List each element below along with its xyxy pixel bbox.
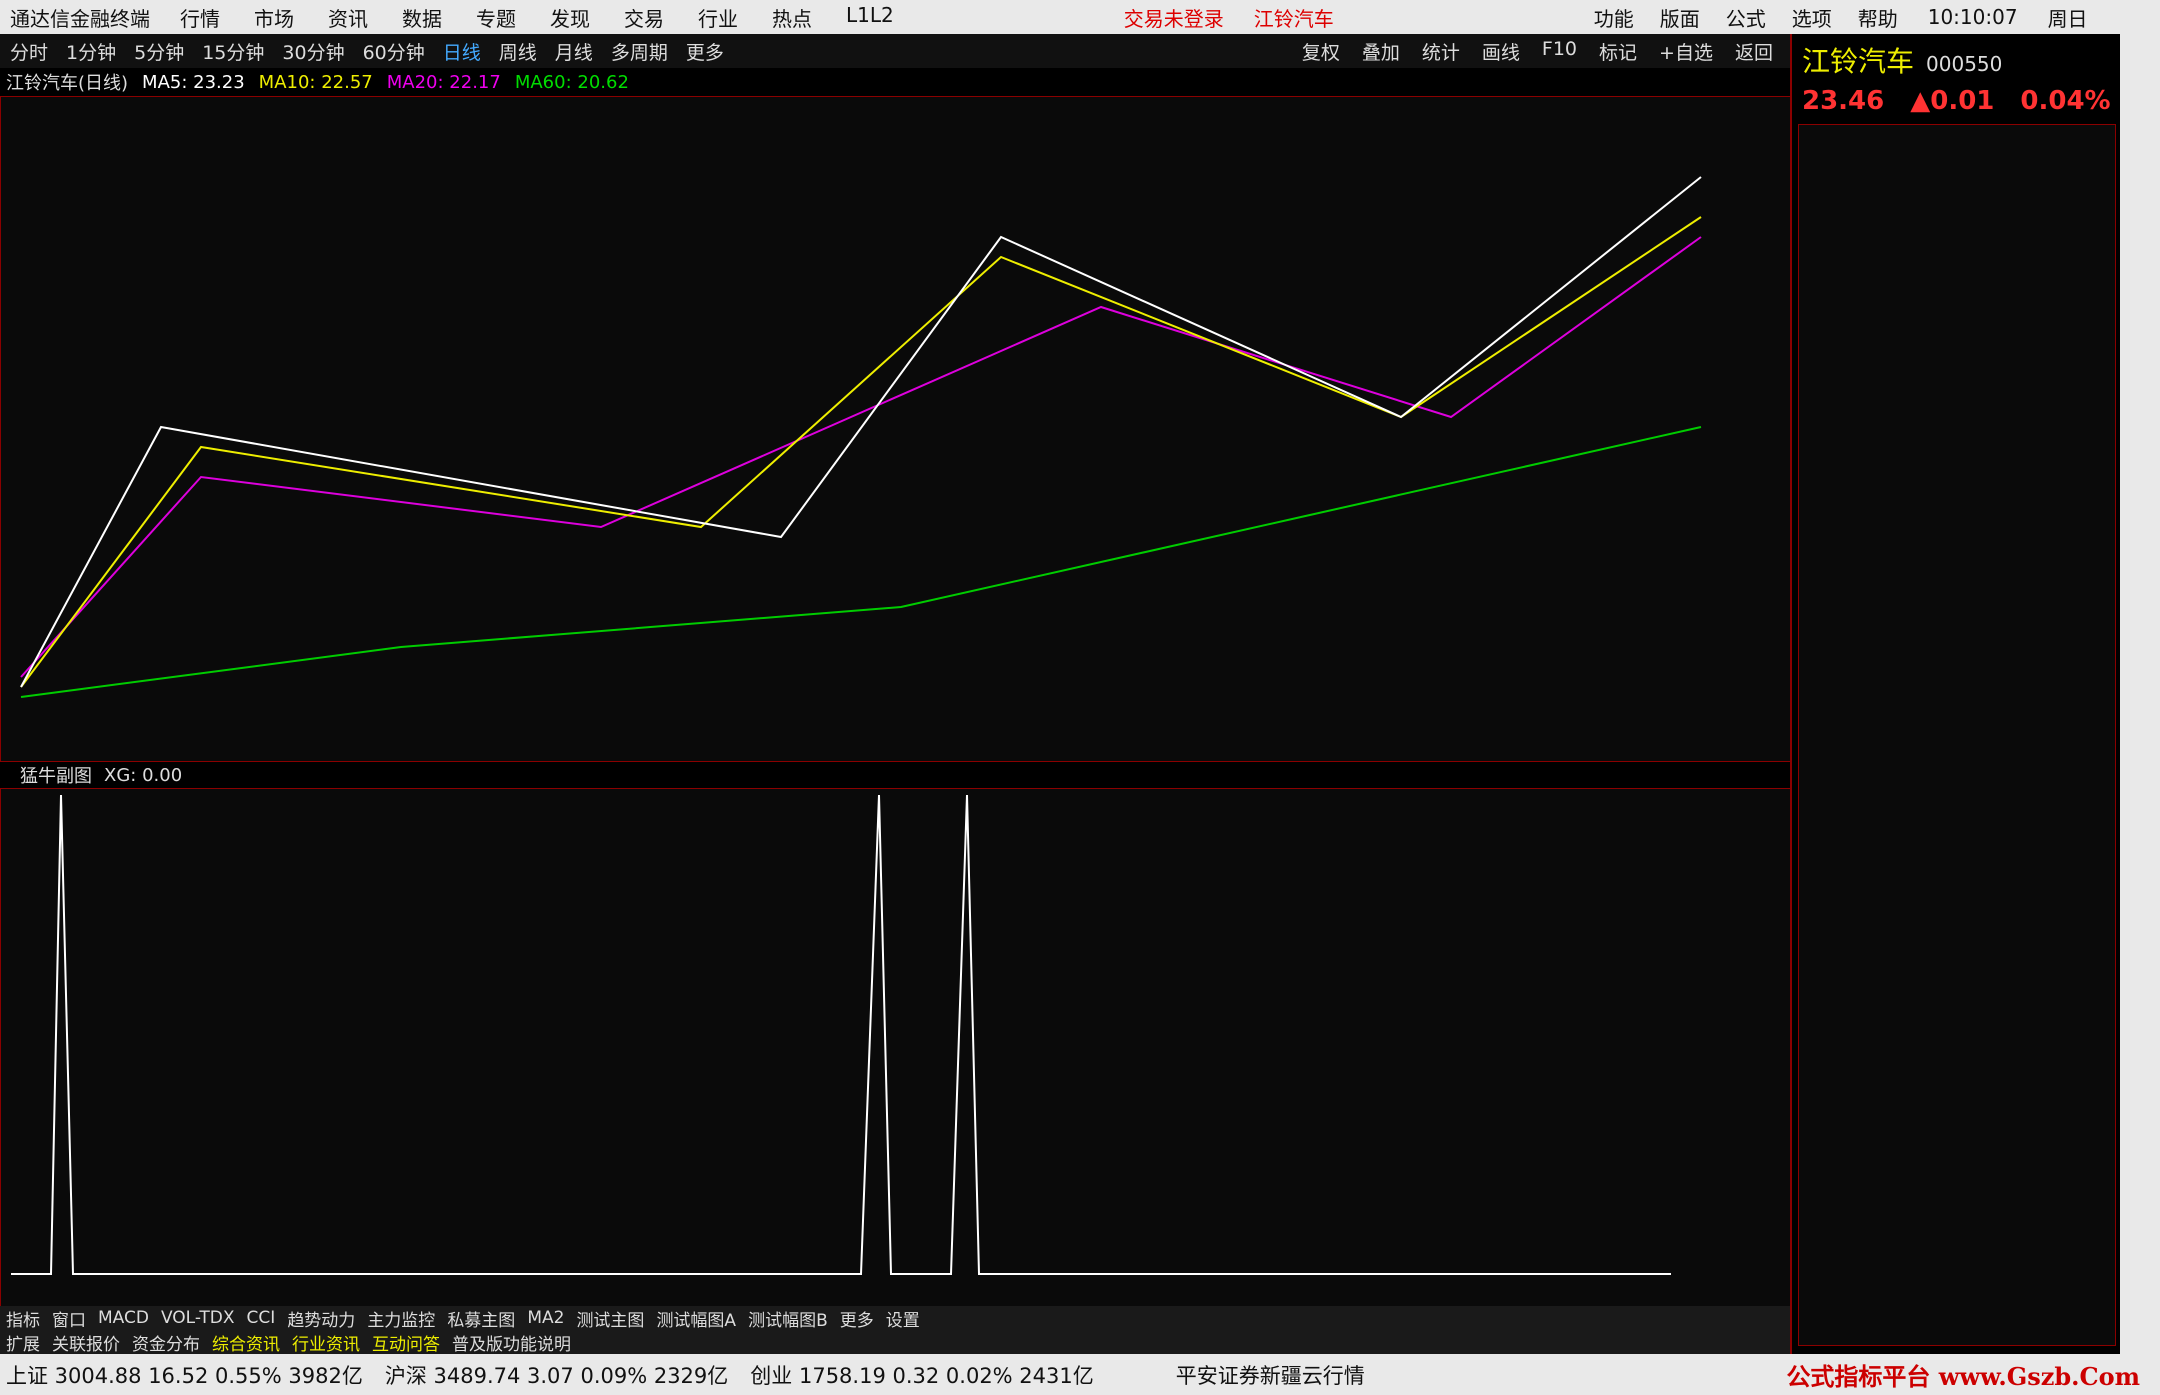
xg-sketch (11, 794, 1671, 1275)
quote-name: 江铃汽车 (1802, 45, 1915, 78)
subchart-title: 猛牛副图 (20, 766, 92, 787)
index-sz: 沪深 3489.74 3.07 0.09% 2329亿 (384, 1363, 729, 1388)
title-bar: 通达信金融终端 行情 市场 资讯 数据 专题 发现 交易 行业 热点 L1L2 交易未登录 江铃汽… (0, 0, 2160, 34)
title-stock: 江铃汽车 (1253, 6, 1334, 31)
clock: 10:10:07 (1927, 5, 2018, 29)
chart-tools[interactable]: 复权 叠加 统计 画线 F10 标记 +自选 返回 (1302, 38, 1773, 65)
quote-price: 23.46 (1802, 86, 1885, 116)
quote-price-row: 23.46 ▲0.01 0.04% (1792, 86, 2120, 116)
weekday: 周日 (2047, 6, 2088, 31)
info-tabs[interactable]: 扩展 关联报价 资金分布 综合资讯 行业资讯 互动问答 普及版功能说明 (0, 1330, 1790, 1355)
main-kline-placeholder (0, 96, 1792, 762)
period-toolbar: 分时 1分钟 5分钟 15分钟 30分钟 60分钟 日线 周线 月线 多周期 更多 复权 叠加 统计 画线… (0, 34, 1790, 68)
subchart-placeholder (0, 788, 1792, 1308)
login-notice[interactable]: 交易未登录 (1124, 3, 1224, 32)
app-title: 通达信金融终端 (10, 6, 150, 31)
quote-panel-placeholder: 江铃汽车 000550 23.46 ▲0.01 0.04% (1790, 34, 2120, 1354)
broker-name: 平安证券新疆云行情 (1175, 1363, 1365, 1388)
ma20-label: MA20: 22.17 (386, 71, 501, 93)
index-sh: 上证 3004.88 16.52 0.55% 3982亿 (6, 1363, 363, 1388)
order-book-placeholder (1798, 124, 2116, 1346)
ma60-line (20, 426, 1702, 698)
ma10-line (20, 216, 1702, 688)
quote-pct: 0.04% (2020, 86, 2111, 116)
period-list[interactable]: 分时 1分钟 5分钟 15分钟 30分钟 60分钟 日线 周线 月线 多周期 更多 (10, 38, 724, 65)
side-toolbar-placeholder[interactable] (2120, 34, 2160, 1354)
watermark-logo: 公式指标平台 www.Gszb.Com (1786, 1362, 2140, 1391)
ma-sketch (20, 176, 1702, 698)
quote-change: ▲0.01 (1910, 86, 1995, 116)
chart-info-bar: 江铃汽车(日线) MA5: 23.23 MA10: 22.57 MA20: 22… (0, 68, 1790, 96)
quote-code: 000550 (1926, 52, 2003, 76)
ma5-label: MA5: 23.23 (142, 71, 245, 93)
ma60-label: MA60: 20.62 (514, 71, 629, 93)
indicator-tabs[interactable]: 指标 窗口 MACD VOL-TDX CCI 趋势动力 主力监控 私募主图 MA2 测试主图 测试幅… (0, 1306, 1790, 1331)
quote-header: 江铃汽车 000550 (1792, 34, 2120, 86)
index-cy: 创业 1758.19 0.32 0.02% 2431亿 (750, 1363, 1094, 1388)
ma10-label: MA10: 22.57 (258, 71, 373, 93)
xg-value: XG: 0.00 (104, 764, 183, 786)
subchart-header: 猛牛副图 XG: 0.00 (0, 762, 1790, 788)
xg-line (11, 794, 1671, 1275)
right-menu[interactable]: 功能 版面 公式 选项 帮助 (1594, 3, 1898, 32)
main-menu[interactable]: 行情 市场 资讯 数据 专题 发现 交易 行业 热点 L1L2 (180, 3, 894, 32)
chart-title: 江铃汽车(日线) (6, 73, 129, 94)
